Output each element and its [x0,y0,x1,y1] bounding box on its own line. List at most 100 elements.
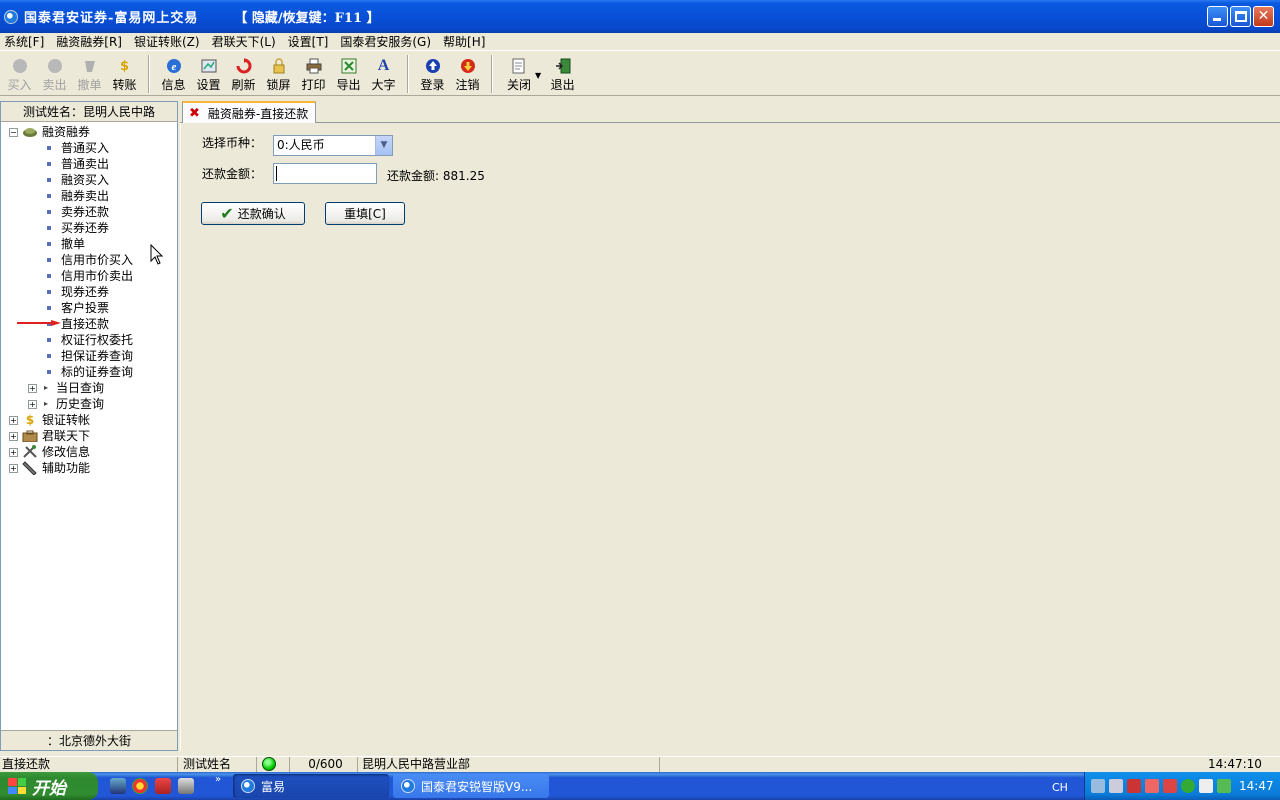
display-icon[interactable] [1109,779,1123,793]
menu-margin-trading[interactable]: 融资融券[R] [56,33,122,50]
quicklaunch-icon[interactable] [110,778,126,794]
maximize-button[interactable] [1230,6,1251,27]
app-quicklaunch-icon[interactable] [178,778,194,794]
settings-button[interactable]: 设置 [191,51,226,95]
lock-button[interactable]: 锁屏 [261,51,296,95]
tree-item-label: 普通卖出 [61,157,110,171]
security-icon[interactable] [1127,779,1141,793]
tab-direct-repay[interactable]: ✖ 融资融券-直接还款 [182,101,316,124]
collapse-icon[interactable]: − [9,127,18,137]
tree-item-warrant-exercise[interactable]: 权证行权委托 [45,332,133,348]
mouse-cursor-icon [150,244,164,265]
tree-node-label: 融资融券 [42,125,91,139]
tree-node-junlian[interactable]: + 君联天下 [9,428,90,444]
menu-bank-transfer[interactable]: 银证转账(Z) [134,33,200,50]
currency-select[interactable]: 0:人民币 ▼ [273,135,393,156]
expand-icon[interactable]: + [28,399,37,409]
tree-item-short-sell[interactable]: 融券卖出 [45,188,109,204]
chrome-icon[interactable] [132,778,148,794]
expand-icon[interactable]: + [28,383,37,393]
login-button[interactable]: 登录 [415,51,450,95]
tree-node-margin-trading[interactable]: − 融资融券 [9,124,90,140]
tree-node-modify-info[interactable]: + 修改信息 [9,444,90,460]
close-tab-button[interactable]: 关闭 [499,51,539,95]
sell-button[interactable]: 卖出 [37,51,72,95]
bigfont-button[interactable]: A 大字 [366,51,401,95]
refresh-button[interactable]: 刷新 [226,51,261,95]
print-icon [306,58,322,74]
tree-node-bank-transfer[interactable]: + $ 银证转帐 [9,412,90,428]
tree-item-credit-market-buy[interactable]: 信用市价买入 [45,252,133,268]
task-gtja[interactable]: 国泰君安锐智版V9... [393,774,549,798]
reset-button[interactable]: 重填[C] [325,202,405,225]
tree-item-label: 普通买入 [61,141,110,155]
amount-label: 还款金额： [202,167,263,181]
amount-input[interactable] [273,163,377,184]
expand-icon[interactable]: + [9,463,18,473]
network-icon[interactable] [1091,779,1105,793]
menu-help[interactable]: 帮助[H] [443,33,485,50]
chevron-down-icon[interactable]: ▼ [535,51,541,80]
login-label: 登录 [420,78,445,92]
tray-app-icon[interactable] [1217,779,1231,793]
tree-item-ordinary-buy[interactable]: 普通买入 [45,140,109,156]
close-tab-icon[interactable]: ✖ [189,106,200,121]
tree-item-margin-buy[interactable]: 融资买入 [45,172,109,188]
speaker-icon[interactable] [1199,779,1213,793]
expand-icon[interactable]: + [9,431,18,441]
tree-subgroup-history-query[interactable]: + ▸ 历史查询 [28,396,104,412]
shield-icon[interactable] [155,778,171,794]
lock-label: 锁屏 [266,78,291,92]
tree-item-collateral-query[interactable]: 担保证券查询 [45,348,133,364]
start-button[interactable]: 开始 [0,772,98,800]
tree-node-label: 历史查询 [56,397,105,411]
transfer-button[interactable]: $ 转账 [107,51,142,95]
tree-node-auxiliary[interactable]: + 辅助功能 [9,460,90,476]
minimize-button[interactable] [1207,6,1228,27]
currency-label: 选择币种： [202,136,263,150]
logout-button[interactable]: 注销 [450,51,485,95]
antivirus-icon[interactable] [1163,779,1177,793]
close-window-button[interactable]: ✕ [1253,6,1274,27]
expand-icon[interactable]: + [9,447,18,457]
task-fuyi[interactable]: 富易 [233,774,389,798]
print-button[interactable]: 打印 [296,51,331,95]
language-indicator[interactable]: CH [1052,781,1068,794]
chevron-right-icon[interactable]: » [215,774,221,785]
tree-item-cancel-order[interactable]: 撤单 [45,236,85,252]
status-icon[interactable] [1181,779,1195,793]
buy-button[interactable]: 买入 [2,51,37,95]
expand-icon[interactable]: + [9,415,18,425]
tree-item-buy-to-return[interactable]: 买券还券 [45,220,109,236]
tree-item-ordinary-sell[interactable]: 普通卖出 [45,156,109,172]
tree-item-label: 现券还券 [61,285,110,299]
menu-gtja-service[interactable]: 国泰君安服务(G) [340,33,431,50]
export-button[interactable]: 导出 [331,51,366,95]
tab-strip: ✖ 融资融券-直接还款 [180,101,1280,124]
tree-subgroup-today-query[interactable]: + ▸ 当日查询 [28,380,104,396]
chevron-down-icon[interactable]: ▼ [375,136,392,155]
tree-item-sell-to-repay[interactable]: 卖券还款 [45,204,109,220]
info-button[interactable]: e 信息 [156,51,191,95]
confirm-repay-button[interactable]: ✔ 还款确认 [201,202,305,225]
cancel-order-button[interactable]: 撤单 [72,51,107,95]
tree-item-label: 信用市价卖出 [61,269,134,283]
status-function: 直接还款 [0,757,178,773]
dollar-icon: $ [25,413,35,427]
tree-item-client-vote[interactable]: 客户投票 [45,300,109,316]
tree-item-underlying-query[interactable]: 标的证券查询 [45,364,133,380]
reset-label: 重填[C] [344,207,386,221]
menu-settings[interactable]: 设置[T] [288,33,329,50]
tray-clock[interactable]: 14:47 [1239,779,1274,793]
tree-item-return-securities[interactable]: 现券还券 [45,284,109,300]
title-bar[interactable]: 国泰君安证券-富易网上交易 【 隐藏/恢复键：F11 】 ✕ [0,0,1280,33]
amount-hint: 还款金额: 881.25 [387,169,485,183]
exit-button[interactable]: 退出 [545,51,580,95]
close-doc-icon [511,58,527,74]
menu-system[interactable]: 系统[F] [4,33,44,50]
tree-item-credit-market-sell[interactable]: 信用市价卖出 [45,268,133,284]
menu-junlian[interactable]: 君联天下(L) [212,33,276,50]
tools-icon [22,445,38,459]
alert-icon[interactable] [1145,779,1159,793]
exit-icon [555,58,571,74]
